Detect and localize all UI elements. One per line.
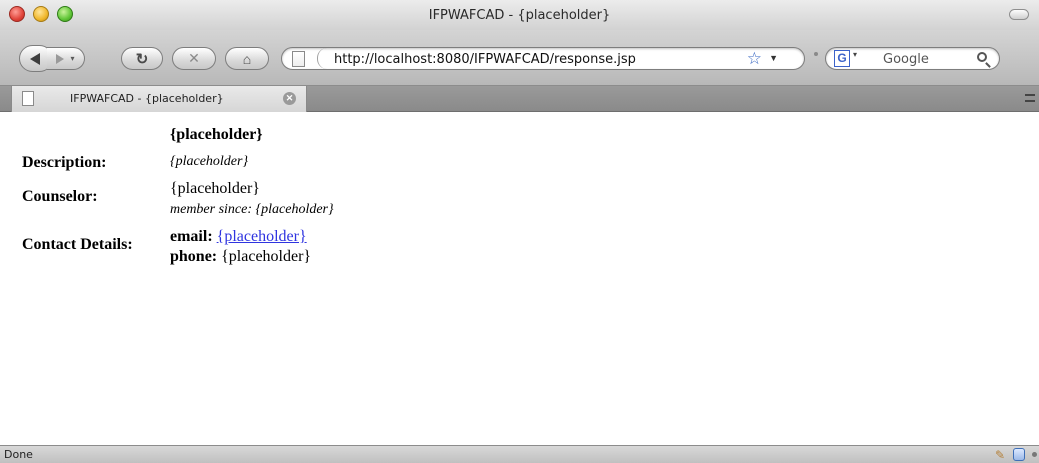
- contact-details-label: Contact Details:: [22, 236, 133, 253]
- forward-button[interactable]: ▾: [47, 47, 85, 70]
- bookmark-star-icon[interactable]: ☆: [747, 49, 762, 69]
- email-label: email:: [170, 228, 213, 245]
- stop-button[interactable]: ✕: [172, 47, 216, 70]
- addon-icon[interactable]: ✎: [995, 448, 1005, 462]
- reload-icon: ↻: [135, 50, 149, 68]
- window-title: IFPWAFCAD - {placeholder}: [428, 8, 611, 23]
- back-icon: [30, 52, 40, 65]
- tab-close-icon[interactable]: ✕: [283, 92, 296, 105]
- address-bar[interactable]: http://localhost:8080/IFPWAFCAD/response…: [281, 47, 805, 70]
- search-icon[interactable]: [977, 52, 987, 62]
- url-divider: [317, 48, 327, 69]
- phone-label: phone:: [170, 248, 218, 265]
- window-titlebar: IFPWAFCAD - {placeholder}: [0, 0, 1039, 30]
- tab-page-icon: [22, 91, 34, 106]
- url-dropdown-icon[interactable]: ▼: [769, 53, 778, 63]
- home-icon: ⌂: [242, 50, 252, 67]
- counselor-name: {placeholder}: [170, 180, 260, 197]
- member-since-value: {placeholder}: [255, 202, 334, 217]
- navigation-toolbar: ▾ ↻ ✕ ⌂ http://localhost:8080/IFPWAFCAD/…: [0, 30, 1039, 86]
- reload-button[interactable]: ↻: [121, 47, 163, 70]
- email-line: email: {placeholder}: [170, 228, 307, 246]
- phone-line: phone: {placeholder}: [170, 248, 311, 266]
- tab-strip: IFPWAFCAD - {placeholder} ✕: [0, 86, 1039, 112]
- google-icon[interactable]: G: [834, 50, 850, 67]
- member-since-label: member since:: [170, 202, 253, 217]
- forward-icon: [56, 53, 65, 64]
- security-icon[interactable]: [1013, 448, 1025, 461]
- home-button[interactable]: ⌂: [225, 47, 269, 70]
- description-value: {placeholder}: [170, 154, 249, 169]
- tab-ifpwafcad[interactable]: IFPWAFCAD - {placeholder} ✕: [11, 86, 307, 112]
- search-box[interactable]: G ▾ Google: [825, 47, 1000, 70]
- description-label: Description:: [22, 154, 107, 171]
- email-link[interactable]: {placeholder}: [217, 228, 307, 245]
- phone-value: {placeholder}: [221, 248, 312, 265]
- status-bar: Done ✎: [0, 445, 1039, 463]
- page-content: {placeholder} Description: {placeholder}…: [0, 112, 1039, 445]
- tab-list-icon[interactable]: [1025, 94, 1035, 102]
- search-input[interactable]: Google: [883, 52, 929, 67]
- url-text[interactable]: http://localhost:8080/IFPWAFCAD/response…: [334, 52, 636, 67]
- search-engine-dropdown-icon[interactable]: ▾: [853, 50, 857, 59]
- toolbar-toggle-button[interactable]: [1009, 9, 1029, 20]
- page-heading: {placeholder}: [170, 126, 263, 143]
- stop-icon: ✕: [188, 50, 200, 66]
- tab-title: IFPWAFCAD - {placeholder}: [70, 92, 224, 105]
- history-dropdown-icon[interactable]: ▾: [70, 54, 74, 63]
- counselor-label: Counselor:: [22, 188, 98, 205]
- resize-grip-icon[interactable]: [1032, 452, 1037, 457]
- page-icon: [292, 51, 305, 67]
- toolbar-separator: [814, 52, 818, 56]
- status-text: Done: [4, 448, 33, 461]
- member-since: member since: {placeholder}: [170, 202, 334, 218]
